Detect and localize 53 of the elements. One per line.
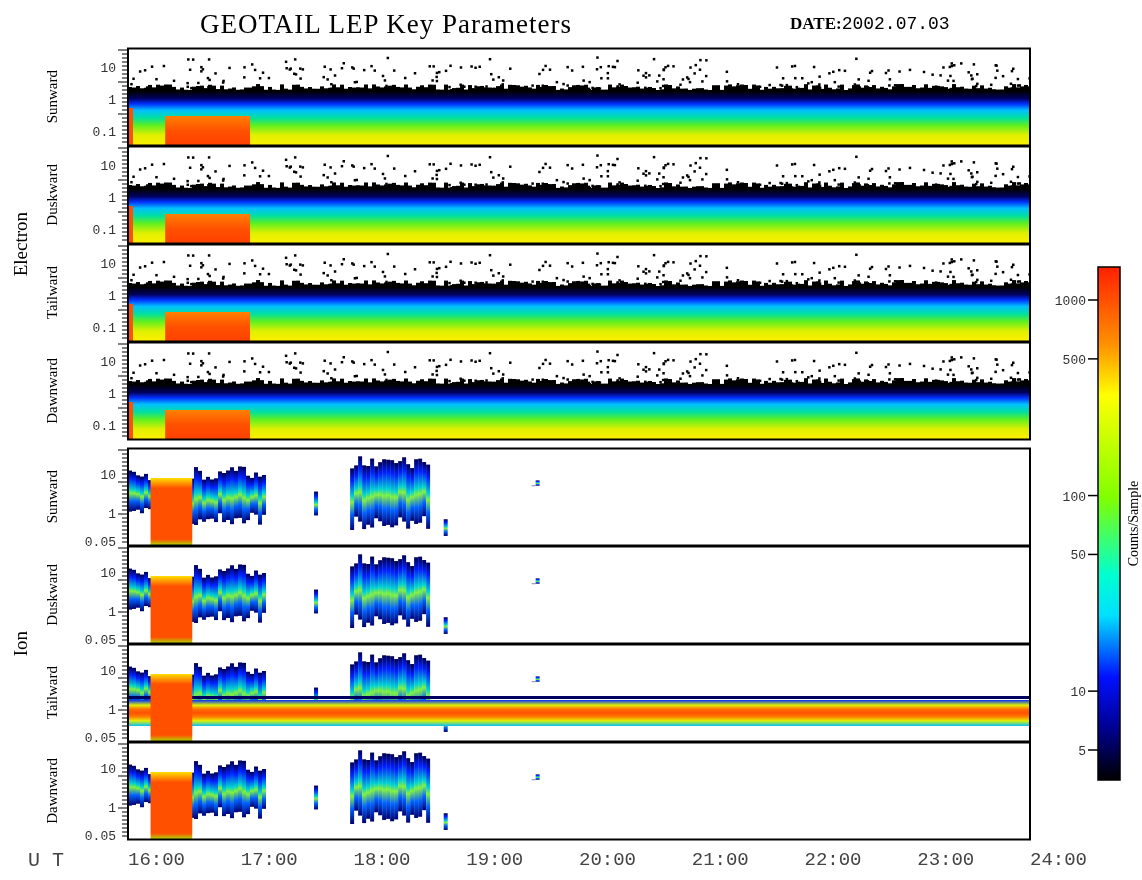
axis-tick-label: 10 [100, 566, 116, 581]
axis-tick-label: 1 [108, 703, 116, 718]
direction-label: Dawnward [44, 758, 60, 824]
direction-label: Tailward [44, 666, 60, 720]
direction-label: Sunward [44, 70, 60, 124]
axis-tick-label: 22:00 [804, 849, 861, 871]
color-scale-label: 500 [1062, 352, 1086, 368]
axis-tick-label: 1 [108, 801, 116, 816]
axis-tick-label: 1 [108, 387, 116, 402]
species-label: Ion [10, 631, 30, 657]
axis-tick-label: 17:00 [240, 849, 297, 871]
species-label: Electron [10, 211, 30, 277]
direction-label: Dawnward [44, 358, 60, 424]
axis-tick-label: 1 [108, 605, 116, 620]
axis-tick-label: 10 [100, 468, 116, 483]
axis-tick-label: 0.1 [92, 125, 116, 140]
chart-title: GEOTAIL LEP Key Parameters [200, 8, 573, 40]
direction-label: Sunward [44, 470, 60, 524]
axis-tick-label: 1 [108, 289, 116, 304]
axis-tick-label: 0.05 [84, 535, 116, 550]
color-scale-label: 50 [1070, 548, 1086, 564]
axis-tick-label: 10 [100, 762, 116, 777]
direction-label: Duskward [44, 564, 60, 626]
axis-tick-label: 0.1 [92, 223, 116, 238]
axis-tick-label: 0.05 [84, 829, 116, 844]
axis-tick-label: 0.05 [84, 731, 116, 746]
axis-tick-label: 1 [108, 191, 116, 206]
axis-tick-label: 0.1 [92, 419, 116, 434]
color-scale-label: 100 [1062, 489, 1086, 505]
axis-tick-label: 10 [100, 355, 116, 370]
direction-label: Tailward [44, 266, 60, 320]
color-scale-title: Counts/Sample [1126, 480, 1141, 567]
direction-label: Duskward [44, 164, 60, 226]
axis-label: U T [27, 848, 65, 872]
axis-tick-label: 16:00 [128, 849, 184, 871]
axis-tick-label: 0.1 [92, 321, 116, 336]
color-scale-label: 5 [1078, 744, 1086, 759]
color-scale-label: 10 [1070, 685, 1086, 701]
axis-tick-label: 20:00 [579, 849, 635, 871]
axis-tick-label: 10 [100, 61, 116, 76]
axis-tick-label: 10 [100, 664, 116, 679]
date-label: DATE:2002.07.03 [790, 14, 950, 34]
axis-tick-label: 0.05 [84, 633, 116, 648]
color-scale-label: 1000 [1054, 294, 1086, 309]
axis-tick-label: 10 [100, 257, 116, 272]
axis-tick-label: 23:00 [917, 849, 974, 871]
axis-tick-label: 18:00 [353, 849, 410, 871]
axis-tick-label: 19:00 [466, 849, 523, 871]
axis-tick-label: 1 [108, 93, 116, 108]
axis-tick-label: 21:00 [691, 849, 748, 871]
axis-tick-label: 24:00 [1030, 849, 1086, 871]
axis-tick-label: 1 [108, 507, 116, 522]
axis-tick-label: 10 [100, 159, 116, 174]
